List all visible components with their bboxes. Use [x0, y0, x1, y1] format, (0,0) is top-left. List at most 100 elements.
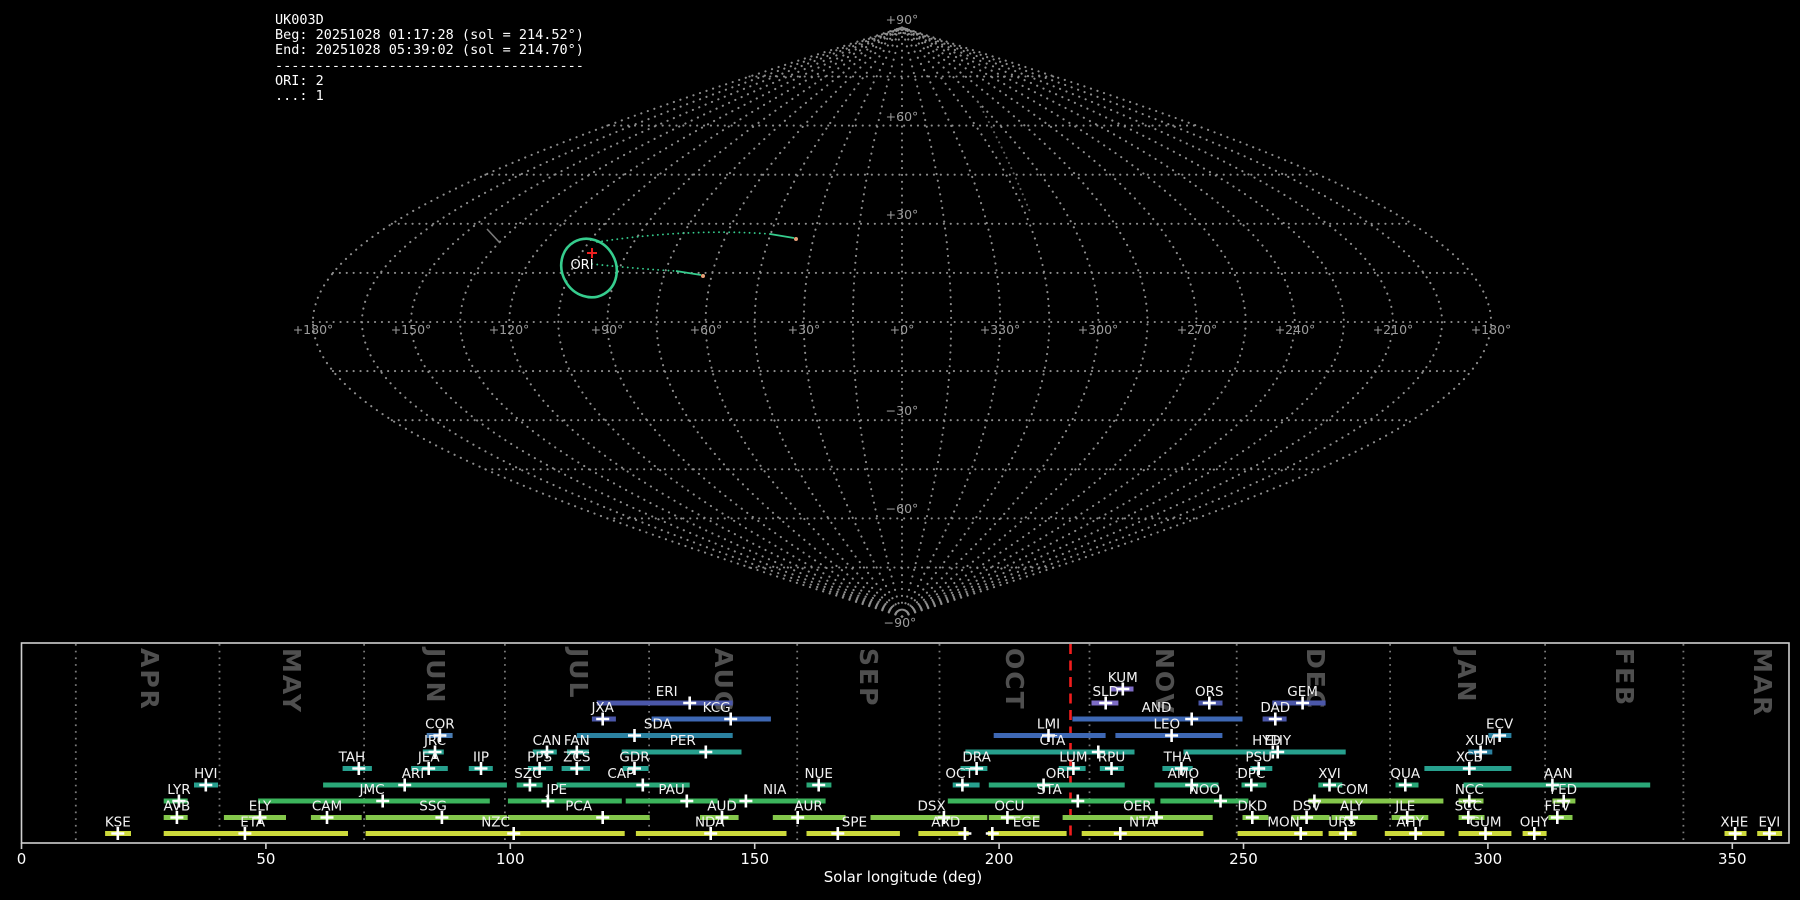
shower-code-label: PCA	[565, 799, 593, 815]
header-line: ORI: 2	[275, 72, 324, 89]
x-axis-tick-label: 300	[1474, 850, 1503, 868]
shower-code-label: LEO	[1153, 717, 1180, 733]
radiant-sky-map: +180° +150° +120° +90° +60° +30° +0° +330° +300°…	[293, 12, 1512, 630]
shower-code-label: EHY	[1264, 733, 1292, 749]
header-line: Beg: 20251028 01:17:28 (sol = 214.52°)	[275, 27, 584, 44]
shower-OHY: OHY	[1520, 815, 1550, 840]
radiant-shower-label: ORI	[570, 258, 593, 273]
shower-code-label: SDA	[644, 717, 673, 733]
shower-activity-bar	[323, 782, 507, 788]
shower-code-label: AVB	[163, 799, 190, 815]
shower-code-label: XCB	[1456, 750, 1483, 766]
radiant-drift-tip	[675, 270, 702, 276]
shower-code-label: CTA	[1039, 733, 1066, 749]
shower-code-label: AHY	[1396, 815, 1424, 831]
faint-arc	[977, 101, 1031, 213]
shower-code-label: SPE	[842, 815, 867, 831]
shower-SLD: SLD	[1091, 684, 1119, 710]
shower-code-label: EVI	[1759, 815, 1781, 831]
radiant-position-cross	[587, 248, 597, 258]
stray-trail	[486, 228, 501, 244]
longitude-label: +60°	[690, 322, 723, 337]
shower-activity-bar	[258, 798, 490, 804]
shower-activity-bar	[310, 815, 362, 820]
shower-code-label: URS	[1328, 815, 1356, 831]
shower-HVI: HVI	[194, 766, 218, 792]
shower-code-label: EGE	[1013, 815, 1041, 831]
meteor-observation-screen: { "header": { "lines": [ "UK003D", "Beg:…	[0, 0, 1800, 900]
peak-marker	[1185, 712, 1199, 726]
shower-JXA: JXA	[590, 700, 616, 726]
shower-code-label: DPC	[1237, 766, 1265, 782]
shower-TAH: TAH	[338, 750, 372, 775]
shower-ZCS: ZCS	[561, 750, 590, 775]
shower-code-label: SSG	[419, 799, 447, 815]
shower-activity-bar	[1081, 831, 1204, 836]
shower-activity-bar	[1237, 831, 1323, 836]
month-label: JUN	[421, 646, 450, 705]
shower-activity-bar	[163, 831, 348, 836]
shower-code-label: OCT	[945, 766, 974, 782]
shower-code-label: CAN	[533, 733, 562, 749]
shower-IIP: IIP	[468, 750, 493, 775]
shower-code-label: COM	[1337, 782, 1369, 798]
shower-code-label: AUR	[794, 799, 823, 815]
activity-timeline-chart: APR MAY JUN JUL AUG SEP OCT NOV DEC JAN FEB MARKUME…	[17, 642, 1790, 868]
shower-code-label: LYR	[167, 782, 190, 798]
shower-code-label: NTA	[1129, 815, 1156, 831]
shower-code-label: ORI	[1046, 766, 1070, 782]
longitude-label: +330°	[980, 322, 1021, 337]
shower-code-label: SZC	[514, 766, 541, 782]
shower-code-label: THA	[1163, 750, 1192, 766]
peak-marker	[628, 729, 641, 742]
month-label: MAR	[1748, 648, 1777, 717]
radiant-drift-tip	[769, 233, 795, 239]
shower-code-label: KCG	[703, 700, 731, 716]
shower-code-label: AND	[1142, 700, 1172, 716]
x-axis-tick-label: 250	[1229, 850, 1258, 868]
peak-marker	[683, 696, 697, 710]
shower-code-label: KSE	[105, 815, 131, 831]
peak-marker	[596, 811, 610, 824]
latitude-label: +60°	[886, 109, 919, 124]
shower-code-label: JLE	[1394, 799, 1415, 815]
longitude-label: +180°	[1471, 322, 1512, 337]
trail-end-dot	[701, 274, 705, 278]
shower-code-label: ORS	[1195, 684, 1224, 700]
longitude-label: +90°	[591, 322, 624, 337]
shower-EVI: EVI	[1757, 815, 1783, 840]
shower-code-label: DAD	[1260, 700, 1290, 716]
month-label: JUL	[564, 646, 593, 700]
peak-marker	[1071, 794, 1085, 808]
shower-code-label: JMC	[358, 782, 384, 798]
shower-KSE: KSE	[105, 815, 131, 840]
trail-end-dot	[794, 237, 798, 241]
shower-code-label: JRC	[423, 733, 446, 749]
month-label: APR	[135, 648, 164, 711]
shower-code-label: RPU	[1098, 750, 1125, 766]
shower-code-label: NCC	[1455, 782, 1484, 798]
shower-code-label: FED	[1550, 782, 1577, 798]
shower-code-label: NDA	[695, 815, 725, 831]
shower-code-label: SLD	[1092, 684, 1119, 700]
shower-code-label: NOO	[1189, 782, 1220, 798]
x-axis-tick-label: 150	[740, 850, 769, 868]
shower-code-label: GEM	[1287, 684, 1318, 700]
radiant-drift-trail	[596, 231, 771, 243]
shower-code-label: ECV	[1486, 717, 1514, 733]
shower-code-label: XUM	[1465, 733, 1496, 749]
shower-code-label: OER	[1123, 799, 1152, 815]
x-axis-tick-label: 0	[17, 850, 27, 868]
shower-XCB: XCB	[1424, 750, 1512, 775]
month-label: FEB	[1610, 648, 1639, 707]
shower-activity-bar	[987, 831, 1067, 836]
longitude-label: +30°	[788, 322, 821, 337]
shower-code-label: JXA	[590, 700, 614, 716]
shower-code-label: ZCS	[563, 750, 590, 766]
shower-code-label: DSX	[917, 799, 945, 815]
peak-marker	[1113, 827, 1127, 840]
shower-code-label: OCU	[994, 799, 1024, 815]
longitude-label: +0°	[890, 322, 915, 337]
shower-code-label: NZC	[481, 815, 510, 831]
shower-code-label: CAP	[607, 766, 634, 782]
